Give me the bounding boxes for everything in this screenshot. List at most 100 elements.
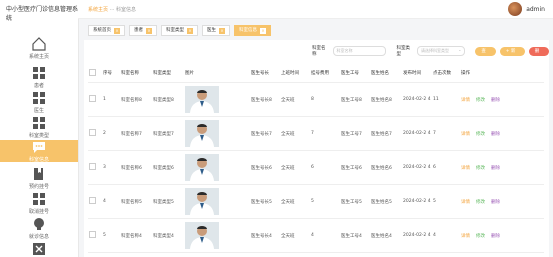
edit-link[interactable]: 修改 — [476, 131, 485, 137]
breadcrumb-current: 科室信息 — [115, 7, 136, 13]
detail-link[interactable]: 详情 — [461, 165, 470, 171]
close-box-icon — [33, 243, 45, 255]
col-header: 医生号长 — [250, 64, 280, 83]
cell-dept-type: 科室类型4 — [152, 218, 184, 253]
doctor-photo — [185, 86, 219, 113]
cell-doctor-name: 医生姓名6 — [370, 150, 402, 185]
cell-dept-type: 科室类型5 — [152, 184, 184, 219]
cell-fee: 5 — [310, 184, 340, 219]
doctor-photo — [185, 120, 219, 147]
table-row[interactable]: 2 科室名称7 科室类型7 医生号长7 全天班 7 医生工号7 医生姓名7 20… — [88, 116, 544, 151]
sidebar-item-cancel[interactable]: 取消挂号 — [0, 192, 78, 215]
sidebar-item-home[interactable]: 系统主页 — [0, 37, 78, 60]
table-row[interactable]: 5 科室名称4 科室类型4 医生号长4 全天班 4 医生工号4 医生姓名4 20… — [88, 218, 544, 253]
edit-link[interactable]: 修改 — [476, 199, 485, 205]
sidebar-item-more[interactable] — [0, 242, 78, 257]
select-all-checkbox[interactable] — [89, 68, 96, 76]
cell-clicks: 6 — [432, 150, 460, 185]
tab-dept-info[interactable]: 科室信息 × — [234, 25, 271, 36]
search-button[interactable]: 查询 — [475, 46, 496, 63]
edit-link[interactable]: 修改 — [476, 165, 485, 171]
table-row[interactable]: 4 科室名称5 科室类型5 医生号长5 全天班 5 医生工号5 医生姓名5 20… — [88, 184, 544, 219]
sidebar-item-dept-type[interactable]: 科室类型 — [0, 116, 78, 139]
tab-home[interactable]: 系统首页 × — [88, 25, 125, 36]
col-header: 科室名称 — [120, 64, 152, 83]
sidebar-item-doctor[interactable]: 医生 — [0, 91, 78, 114]
tab-label: 系统首页 — [93, 28, 111, 33]
avatar[interactable] — [508, 2, 523, 16]
tab-bar: 系统首页 × 患者 × 科室类型 × 医生 × 科室信息 × — [88, 25, 271, 36]
sidebar-item-dept-info[interactable]: 科室信息 — [0, 140, 78, 163]
doctor-photo — [185, 222, 219, 249]
close-icon[interactable]: × — [260, 27, 266, 34]
brain-icon — [34, 218, 44, 230]
cell-job-no: 医生工号4 — [340, 218, 370, 253]
cell-doctor-name: 医生姓名7 — [370, 116, 402, 151]
tab-dept-type[interactable]: 科室类型 × — [161, 25, 198, 36]
tab-label: 患者 — [134, 28, 143, 33]
cell-dept-type: 科室类型8 — [152, 82, 184, 117]
table-row[interactable]: 1 科室名称8 科室类型8 医生号长8 全天班 8 医生工号8 医生姓名8 20… — [88, 82, 544, 117]
row-checkbox[interactable] — [89, 231, 96, 238]
cell-date: 2024-02-2 4 — [402, 150, 432, 185]
delete-link[interactable]: 删除 — [491, 199, 500, 205]
delete-link[interactable]: 删除 — [491, 233, 500, 239]
cell-work-time: 全天班 — [280, 184, 310, 219]
close-icon[interactable]: × — [187, 27, 193, 34]
close-icon[interactable]: × — [146, 27, 152, 34]
delete-link[interactable]: 删除 — [491, 165, 500, 171]
detail-link[interactable]: 详情 — [461, 131, 470, 137]
top-bar: 系统主页 ··· 科室信息 admin — [78, 0, 553, 19]
grid-icon — [33, 67, 45, 79]
table-row[interactable]: 3 科室名称6 科室类型6 医生号长6 全天班 6 医生工号6 医生姓名6 20… — [88, 150, 544, 185]
detail-link[interactable]: 详情 — [461, 199, 470, 205]
col-header: 序号 — [102, 64, 120, 83]
cell-date: 2024-02-2 4 — [402, 116, 432, 151]
row-checkbox[interactable] — [89, 129, 96, 136]
cell-index: 5 — [102, 218, 120, 253]
delete-link[interactable]: 删除 — [491, 131, 500, 137]
sidebar-item-visit[interactable]: 就诊信息 — [0, 217, 78, 240]
cell-clicks: 7 — [432, 116, 460, 151]
edit-link[interactable]: 修改 — [476, 233, 485, 239]
row-checkbox[interactable] — [89, 95, 96, 102]
home-icon — [32, 37, 46, 51]
book-icon — [34, 168, 43, 180]
cell-dept-name: 科室名称7 — [120, 116, 152, 151]
breadcrumb-home[interactable]: 系统主页 — [88, 7, 108, 13]
add-button[interactable]: + 新增 — [499, 46, 525, 63]
tab-doctor[interactable]: 医生 × — [202, 25, 230, 36]
sidebar-item-appointment[interactable]: 预约挂号 — [0, 167, 78, 190]
cell-dept-name: 科室名称8 — [120, 82, 152, 117]
dept-name-input[interactable]: 科室名称 — [332, 46, 387, 56]
cell-job-no: 医生工号7 — [340, 116, 370, 151]
search-bar: 科室名称 科室名称 科室类型 请选择科室类型 查询 + 新增 删除 — [312, 45, 549, 63]
delete-button[interactable]: 删除 — [528, 46, 549, 63]
grid-icon — [33, 92, 45, 104]
breadcrumb-separator: ··· — [109, 7, 115, 13]
cell-work-time: 全天班 — [280, 150, 310, 185]
row-actions: 详情 修改 删除 — [461, 233, 543, 239]
dept-type-select[interactable]: 请选择科室类型 — [417, 46, 466, 56]
col-header: 操作 — [460, 64, 544, 83]
cell-dept-name: 科室名称4 — [120, 218, 152, 253]
cell-index: 4 — [102, 184, 120, 219]
cell-index: 2 — [102, 116, 120, 151]
tab-patient[interactable]: 患者 × — [129, 25, 157, 36]
user-menu[interactable]: admin — [508, 2, 545, 16]
delete-link[interactable]: 删除 — [491, 97, 500, 103]
edit-link[interactable]: 修改 — [476, 97, 485, 103]
row-actions: 详情 修改 删除 — [461, 199, 543, 205]
detail-link[interactable]: 详情 — [461, 233, 470, 239]
breadcrumb: 系统主页 ··· 科室信息 — [88, 6, 136, 13]
close-icon[interactable]: × — [219, 27, 225, 34]
row-checkbox[interactable] — [89, 197, 96, 204]
doctor-photo — [185, 188, 219, 215]
sidebar-item-label: 预约挂号 — [28, 184, 49, 190]
sidebar-item-patient[interactable]: 患者 — [0, 66, 78, 89]
row-checkbox[interactable] — [89, 163, 96, 170]
col-header: 科室类型 — [152, 64, 184, 83]
detail-link[interactable]: 详情 — [461, 97, 470, 103]
cell-doctor-no: 医生号长7 — [250, 116, 280, 151]
close-icon[interactable]: × — [114, 27, 120, 34]
